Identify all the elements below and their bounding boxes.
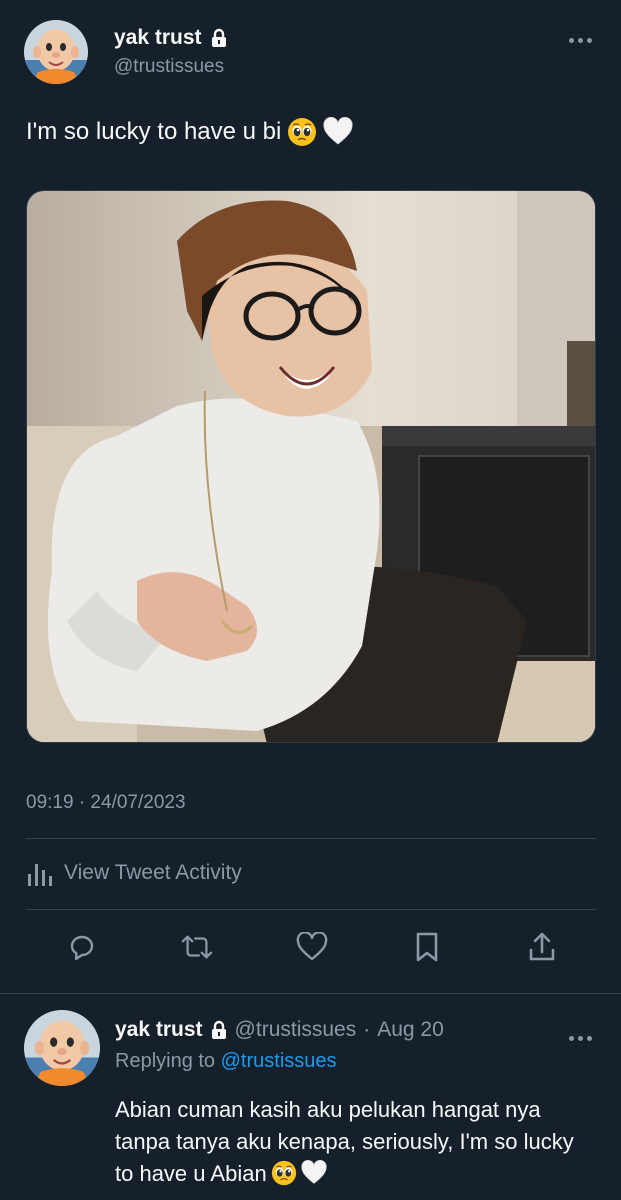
like-icon <box>296 932 328 961</box>
retweet-icon <box>181 935 213 959</box>
replying-prefix: Replying to <box>115 1050 216 1072</box>
author-handle[interactable]: @trustissues <box>114 56 224 78</box>
tweet-photo[interactable] <box>26 190 596 743</box>
share-icon <box>529 932 555 961</box>
reply-date[interactable]: Aug 20 <box>377 1018 444 1042</box>
divider <box>0 993 621 994</box>
avatar[interactable] <box>24 20 88 84</box>
tweet-text-body: I'm so lucky to have u bi <box>26 118 282 145</box>
author-handle[interactable]: @trustissues <box>235 1018 357 1042</box>
reply-header: yak trust @trustissues · Aug 20 <box>115 1018 444 1042</box>
white-heart-emoji-icon <box>323 117 353 147</box>
display-name[interactable]: yak trust <box>114 26 202 50</box>
more-options-icon[interactable] <box>565 30 595 50</box>
pleading-face-emoji-icon <box>287 117 317 147</box>
white-heart-emoji-icon <box>301 1160 327 1186</box>
pleading-face-emoji-icon <box>271 1160 297 1186</box>
separator: · <box>363 1018 371 1041</box>
display-name[interactable]: yak trust <box>115 1018 203 1042</box>
tweet-timestamp[interactable]: 09:19 · 24/07/2023 <box>26 792 186 814</box>
avatar[interactable] <box>24 1010 100 1086</box>
more-options-icon[interactable] <box>565 1028 595 1048</box>
author-name-row[interactable]: yak trust <box>114 26 228 50</box>
reply-text: Abian cuman kasih aku pelukan hangat nya… <box>115 1094 595 1190</box>
analytics-icon <box>28 864 52 886</box>
photo-image <box>27 191 595 742</box>
reply-button[interactable] <box>66 930 98 964</box>
view-tweet-activity[interactable]: View Tweet Activity <box>26 860 242 886</box>
activity-label: View Tweet Activity <box>64 861 242 884</box>
bookmark-button[interactable] <box>411 930 443 964</box>
like-button[interactable] <box>296 930 328 964</box>
share-button[interactable] <box>526 930 558 964</box>
reply-text-body: Abian cuman kasih aku pelukan hangat nya… <box>115 1097 574 1186</box>
tweet-text: I'm so lucky to have u bi <box>26 117 353 147</box>
divider <box>26 838 596 839</box>
lock-icon <box>210 1020 228 1040</box>
lock-icon <box>210 28 228 48</box>
tweet-actions <box>26 930 596 964</box>
cartoon-boy-avatar-icon <box>24 1010 100 1086</box>
divider <box>26 909 596 910</box>
reply-icon <box>70 935 94 961</box>
cartoon-boy-avatar-icon <box>24 20 88 84</box>
replying-to-link[interactable]: @trustissues <box>221 1050 337 1072</box>
replying-to: Replying to @trustissues <box>115 1050 337 1073</box>
retweet-button[interactable] <box>181 930 213 964</box>
bookmark-icon <box>416 932 438 962</box>
